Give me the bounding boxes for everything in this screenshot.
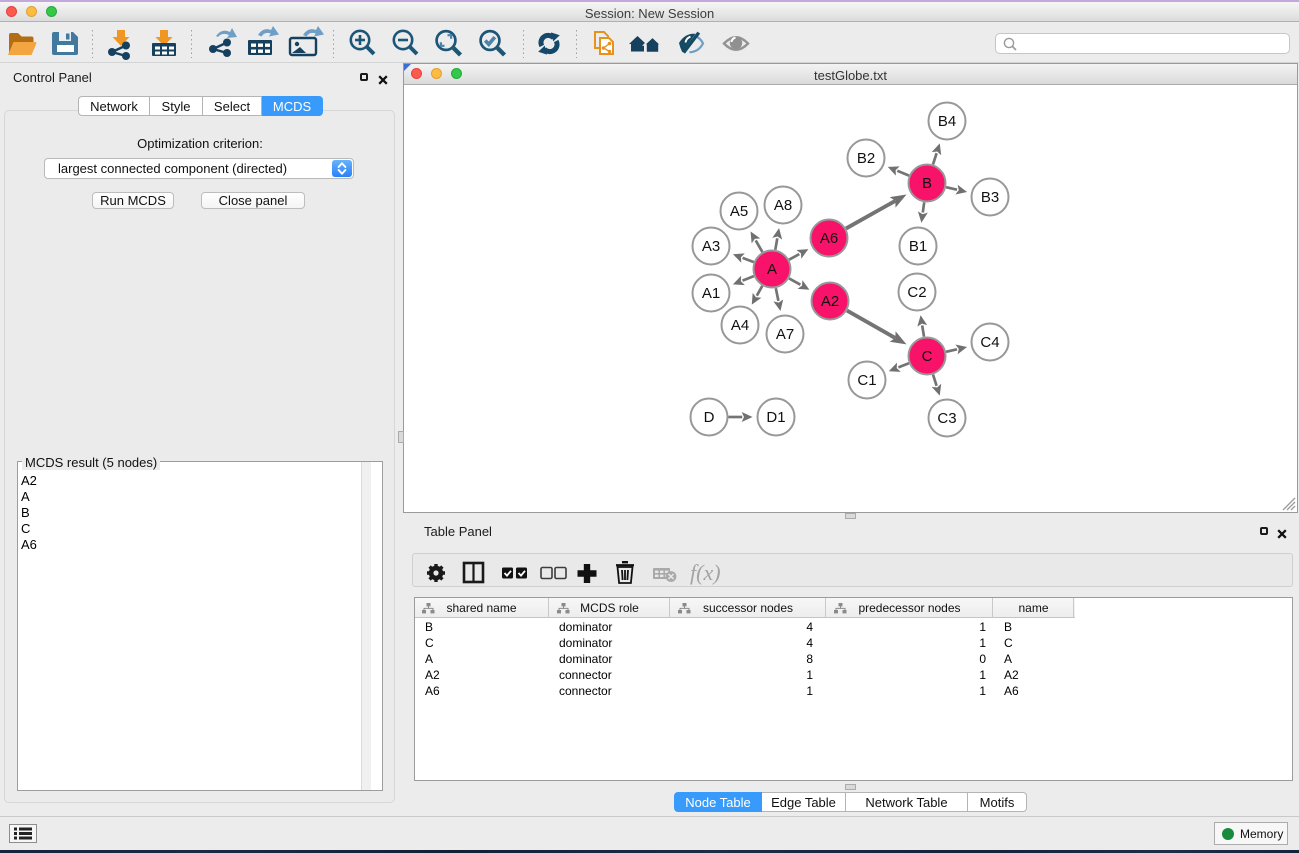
svg-text:A8: A8 xyxy=(774,197,792,214)
svg-text:C3: C3 xyxy=(937,410,956,427)
svg-text:B1: B1 xyxy=(909,238,927,255)
svg-text:A7: A7 xyxy=(776,326,794,343)
svg-text:C1: C1 xyxy=(857,372,876,389)
svg-text:f(x): f(x) xyxy=(690,560,721,585)
svg-text:C4: C4 xyxy=(980,334,999,351)
svg-text:B3: B3 xyxy=(981,189,999,206)
svg-text:A5: A5 xyxy=(730,203,748,220)
svg-text:B2: B2 xyxy=(857,150,875,167)
svg-text:A4: A4 xyxy=(731,317,749,334)
svg-text:A6: A6 xyxy=(820,230,838,247)
svg-text:C: C xyxy=(922,348,933,365)
svg-text:A1: A1 xyxy=(702,285,720,302)
svg-text:B: B xyxy=(922,175,932,192)
svg-text:B4: B4 xyxy=(938,113,956,130)
svg-text:D1: D1 xyxy=(766,409,785,426)
svg-text:C2: C2 xyxy=(907,284,926,301)
svg-text:A3: A3 xyxy=(702,238,720,255)
svg-text:A: A xyxy=(767,261,777,278)
svg-text:A2: A2 xyxy=(821,293,839,310)
svg-text:D: D xyxy=(704,409,715,426)
